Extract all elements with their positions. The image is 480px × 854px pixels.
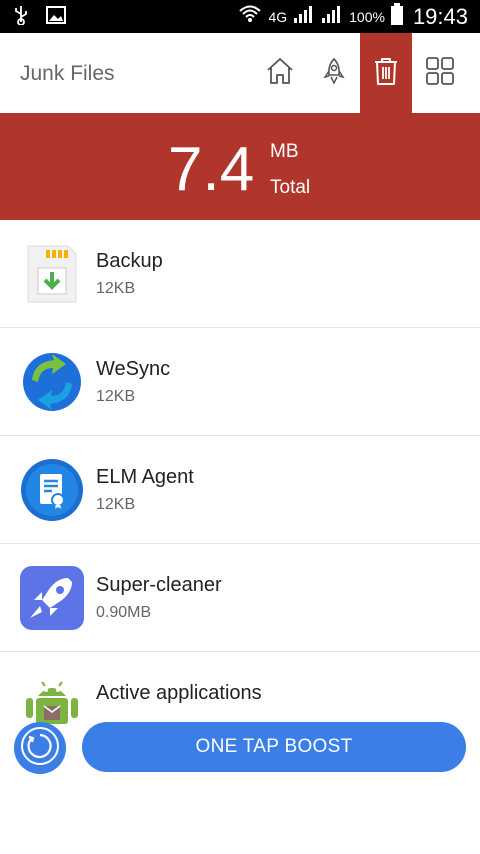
page-title: Junk Files (20, 62, 115, 85)
signal-icon-2 (321, 4, 343, 29)
list-item-elm-agent[interactable]: ELM Agent 12KB (0, 436, 480, 544)
home-icon (265, 56, 295, 91)
wesync-icon (20, 350, 84, 414)
list-item-super-cleaner[interactable]: Super-cleaner 0.90MB (0, 544, 480, 652)
item-size: 12KB (96, 496, 136, 513)
gallery-icon (46, 6, 66, 29)
app-bar: Junk Files (0, 33, 480, 113)
clock: 19:43 (412, 3, 468, 29)
battery-percent: 100% (349, 8, 385, 25)
junk-total-size: 7.4 (168, 135, 255, 204)
junk-size-unit: MB (270, 141, 299, 162)
refresh-icon (20, 726, 60, 771)
junk-files-tab-button[interactable] (360, 33, 412, 113)
rocket-icon (322, 57, 346, 90)
status-bar: 4G 100% 19:43 (0, 0, 480, 33)
apps-tab-button[interactable] (414, 33, 466, 113)
elm-agent-icon (20, 458, 84, 522)
item-size: 0.90MB (96, 604, 152, 621)
item-name: ELM Agent (96, 466, 194, 488)
boost-tab-button[interactable] (308, 33, 360, 113)
usb-icon (14, 5, 28, 30)
one-tap-boost-button[interactable]: ONE TAP BOOST (82, 722, 466, 772)
item-name: WeSync (96, 358, 171, 380)
refresh-button[interactable] (14, 722, 66, 774)
list-item-backup[interactable]: Backup 12KB (0, 220, 480, 328)
item-name: Backup (96, 250, 163, 272)
item-size: 12KB (96, 280, 136, 297)
junk-summary-banner: 7.4 MB Total (0, 113, 480, 220)
wifi-icon (238, 3, 262, 30)
item-name: Active applications (96, 682, 262, 704)
super-cleaner-icon (20, 566, 84, 630)
network-type-label: 4G (268, 8, 288, 25)
item-size: 12KB (96, 388, 136, 405)
junk-list: Backup 12KB WeSync 12KB ELM Agent 12KB S… (0, 220, 480, 759)
trash-icon (372, 56, 400, 91)
backup-icon (20, 242, 84, 306)
signal-icon (293, 4, 315, 29)
item-name: Super-cleaner (96, 574, 222, 596)
battery-icon (390, 3, 403, 30)
grid-icon (425, 56, 455, 91)
bottom-action-bar: ONE TAP BOOST (0, 712, 480, 784)
junk-total-label: Total (270, 177, 311, 198)
home-button[interactable] (254, 33, 306, 113)
list-item-wesync[interactable]: WeSync 12KB (0, 328, 480, 436)
